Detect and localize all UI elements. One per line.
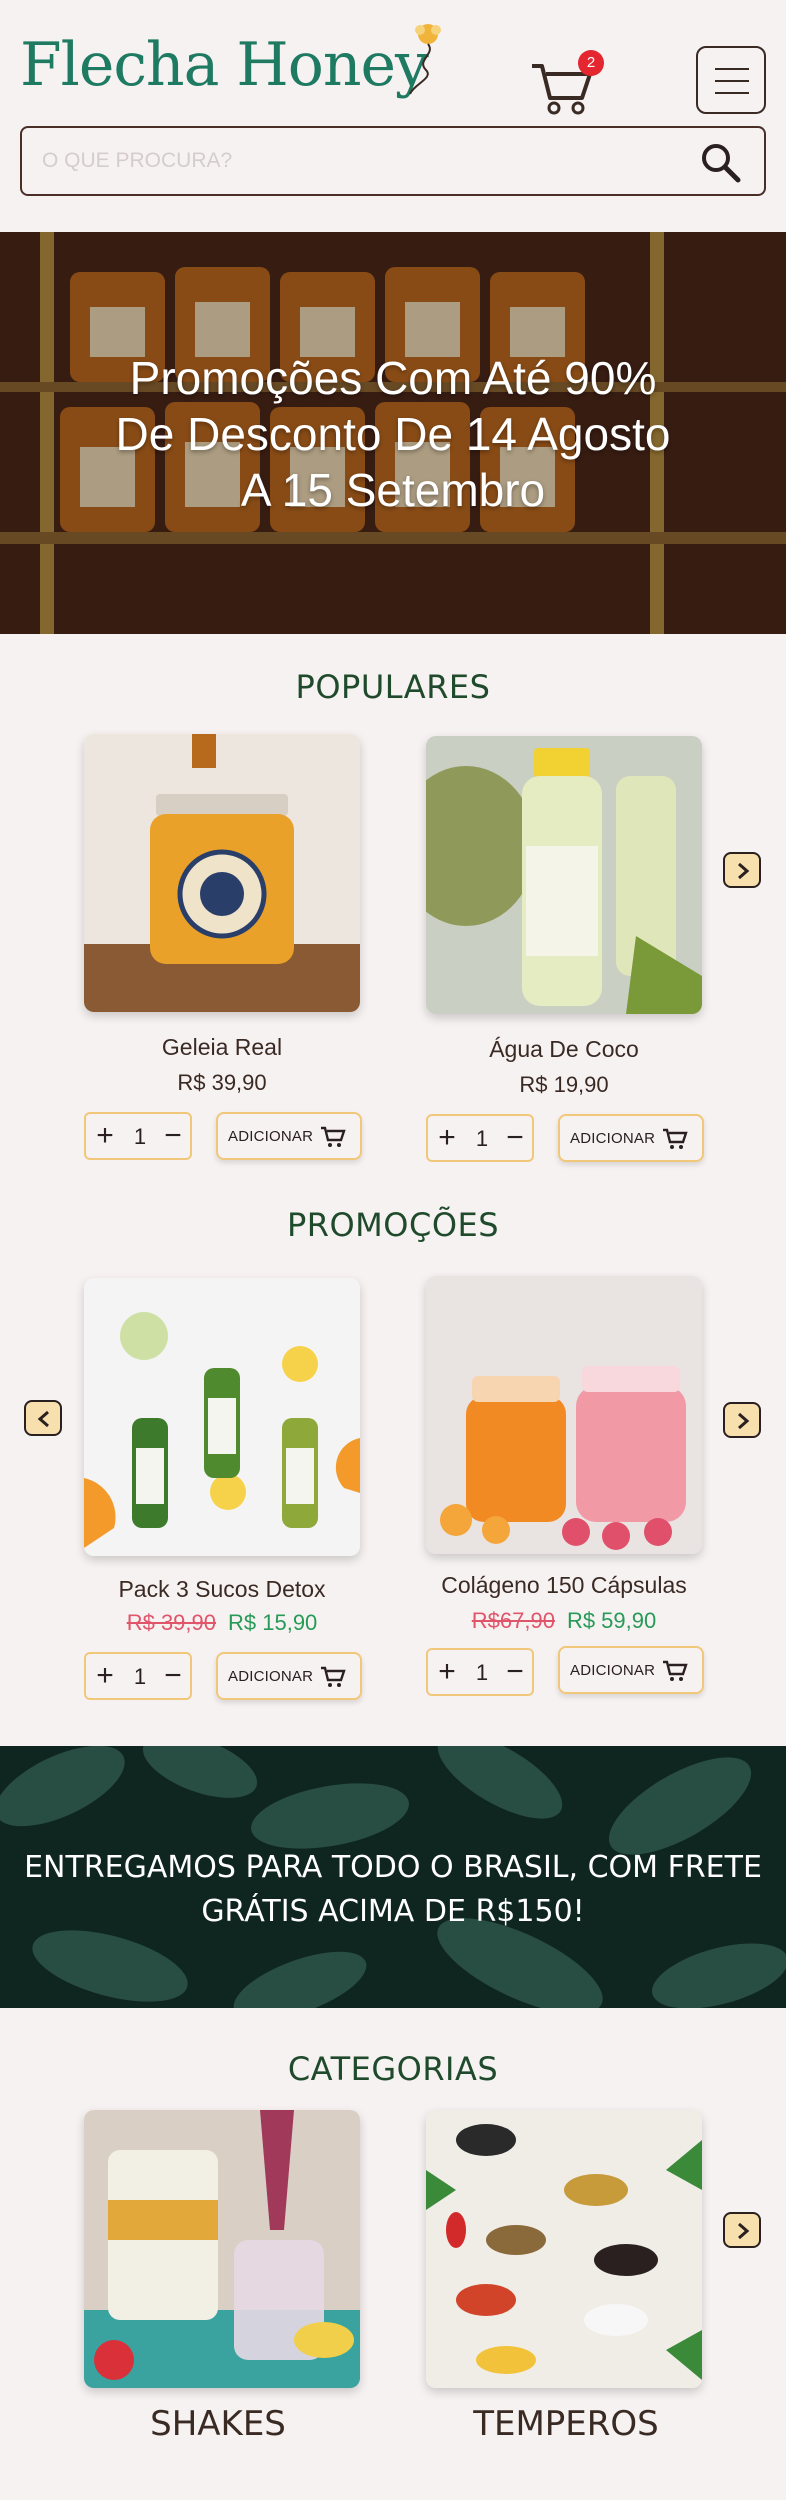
shipping-banner-text: ENTREGAMOS PARA TODO O BRASIL, COM FRETE… (0, 1846, 786, 1934)
carousel-next-button[interactable] (723, 852, 761, 888)
cart-icon (321, 1126, 346, 1147)
new-price: R$ 59,90 (566, 1608, 657, 1633)
banner-line-2: GRÁTIS ACIMA DE R$150! (201, 1894, 585, 1929)
section-title-populares: POPULARES (295, 668, 491, 706)
search-input[interactable] (42, 146, 662, 176)
chevron-right-icon (738, 1412, 750, 1430)
plus-icon[interactable]: + (88, 1119, 122, 1153)
old-price: R$ 39,90 (126, 1610, 216, 1635)
hero-line-2: De Desconto De 14 Agosto (115, 408, 671, 460)
plus-icon[interactable]: + (430, 1121, 464, 1155)
product-price: R$ 39,90 (177, 1070, 267, 1095)
section-title-promocoes: PROMOÇÕES (286, 1206, 500, 1244)
hamburger-menu-button[interactable] (696, 46, 766, 114)
product-price: R$ 19,90 (519, 1072, 609, 1097)
hero-line-1: Promoções Com Até 90% (129, 352, 657, 404)
cart-icon (321, 1666, 346, 1687)
search-bar (20, 126, 766, 196)
quantity-value[interactable]: 1 (122, 1124, 158, 1150)
add-to-cart-button[interactable]: ADICIONAR (216, 1652, 362, 1700)
section-title-categorias: CATEGORIAS (287, 2050, 499, 2088)
site-header: Flecha Honey 2 (0, 0, 786, 232)
menu-line-icon (715, 92, 749, 94)
banner-line-1: ENTREGAMOS PARA TODO O BRASIL, COM FRETE (24, 1850, 762, 1885)
product-price: R$ 39,90 R$ 15,90 (84, 1610, 360, 1636)
product-name[interactable]: Água De Coco (426, 1036, 702, 1063)
add-to-cart-button[interactable]: ADICIONAR (558, 1114, 704, 1162)
carousel-prev-button[interactable] (24, 1400, 62, 1436)
add-button-label: ADICIONAR (570, 1130, 656, 1147)
hero-promo-text: Promoções Com Até 90% De Desconto De 14 … (60, 350, 726, 518)
quantity-value[interactable]: 1 (122, 1664, 158, 1690)
search-icon[interactable] (698, 140, 744, 186)
old-price: R$67,90 (471, 1608, 555, 1633)
shipping-banner: ENTREGAMOS PARA TODO O BRASIL, COM FRETE… (0, 1746, 786, 2008)
add-button-label: ADICIONAR (228, 1668, 314, 1685)
product-price: R$67,90 R$ 59,90 (426, 1608, 702, 1634)
product-image-geleia-real[interactable] (84, 734, 360, 1012)
add-to-cart-button[interactable]: ADICIONAR (216, 1112, 362, 1160)
quantity-value[interactable]: 1 (464, 1126, 500, 1152)
product-name[interactable]: Geleia Real (84, 1034, 360, 1061)
product-name[interactable]: Pack 3 Sucos Detox (84, 1576, 360, 1603)
promo-hero-banner[interactable]: Promoções Com Até 90% De Desconto De 14 … (0, 232, 786, 634)
bee-logo-icon (409, 24, 441, 95)
quantity-stepper: + 1 − (84, 1112, 192, 1160)
quantity-stepper: + 1 − (426, 1114, 534, 1162)
category-image-shakes[interactable] (84, 2110, 360, 2388)
quantity-stepper: + 1 − (426, 1648, 534, 1696)
cart-icon (663, 1128, 688, 1149)
cart-button[interactable]: 2 (530, 50, 604, 115)
plus-icon[interactable]: + (430, 1655, 464, 1689)
hero-line-3: A 15 Setembro (240, 464, 546, 516)
minus-icon[interactable]: − (498, 1121, 532, 1155)
product-image-colageno[interactable] (426, 1276, 702, 1554)
minus-icon[interactable]: − (498, 1655, 532, 1689)
menu-line-icon (715, 80, 749, 82)
cart-icon (663, 1660, 688, 1681)
add-to-cart-button[interactable]: ADICIONAR (558, 1646, 704, 1694)
add-button-label: ADICIONAR (228, 1128, 314, 1145)
carousel-next-button[interactable] (723, 1402, 761, 1438)
product-name[interactable]: Colágeno 150 Cápsulas (426, 1572, 702, 1599)
product-image-sucos-detox[interactable] (84, 1278, 360, 1556)
menu-line-icon (715, 68, 749, 70)
product-image-agua-de-coco[interactable] (426, 736, 702, 1014)
carousel-next-button[interactable] (723, 2212, 761, 2248)
category-label[interactable]: TEMPEROS (428, 2404, 704, 2444)
chevron-right-icon (738, 862, 750, 880)
category-image-temperos[interactable] (426, 2110, 702, 2388)
plus-icon[interactable]: + (88, 1659, 122, 1693)
chevron-right-icon (738, 2222, 750, 2240)
quantity-value[interactable]: 1 (464, 1660, 500, 1686)
minus-icon[interactable]: − (156, 1659, 190, 1693)
logo-text[interactable]: Flecha Honey (20, 30, 429, 100)
chevron-left-icon (37, 1410, 49, 1428)
minus-icon[interactable]: − (156, 1119, 190, 1153)
new-price: R$ 15,90 (228, 1610, 318, 1635)
add-button-label: ADICIONAR (570, 1662, 656, 1679)
quantity-stepper: + 1 − (84, 1652, 192, 1700)
category-label[interactable]: SHAKES (80, 2404, 356, 2444)
cart-count-badge: 2 (578, 50, 604, 76)
